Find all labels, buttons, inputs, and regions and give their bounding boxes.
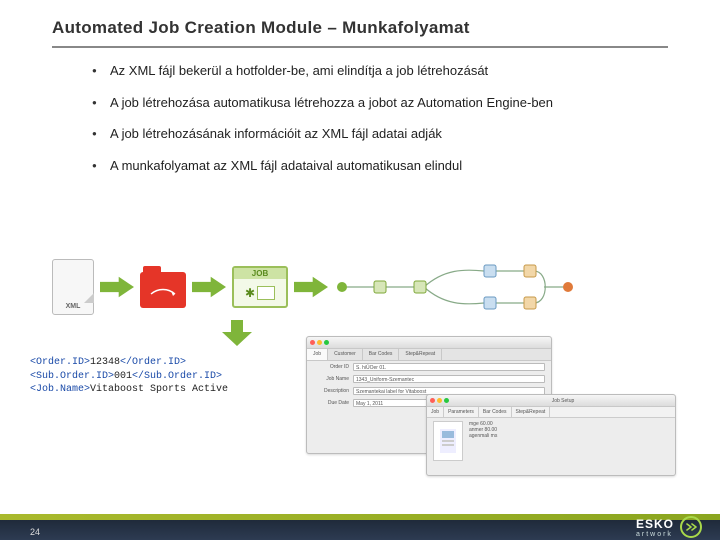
window-titlebar [307, 337, 551, 349]
down-arrow-icon [222, 320, 252, 351]
slide: Automated Job Creation Module – Munkafol… [0, 0, 720, 540]
arrow-icon [192, 276, 226, 298]
slide-footer: 24 ESKO artwork [0, 494, 720, 540]
tab: Bar Codes [363, 349, 400, 360]
bullet-list: Az XML fájl bekerül a hotfolder-be, ami … [0, 62, 720, 174]
arrow-icon [294, 276, 328, 298]
tab: Step&Repeat [399, 349, 442, 360]
job-setup-window: Job Setup Job Parameters Bar Codes Step&… [426, 394, 676, 476]
bullet-item: A job létrehozásának információit az XML… [92, 125, 660, 143]
star-icon: ✱ [245, 286, 255, 300]
window-body: mge 60.00 anmer 80.00 agenmali ms [427, 418, 675, 442]
brand-mark-icon [680, 516, 702, 538]
slide-title: Automated Job Creation Module – Munkafol… [0, 0, 720, 46]
brand-logo: ESKO artwork [636, 515, 702, 538]
job-box-header: JOB [234, 268, 286, 279]
bullet-item: A munkafolyamat az XML fájl adataival au… [92, 157, 660, 175]
window-titlebar: Job Setup [427, 395, 675, 407]
arrow-icon [100, 276, 134, 298]
brand-sub: artwork [636, 531, 674, 538]
picture-icon [257, 286, 275, 300]
column-headers: Job Parameters Bar Codes Step&Repeat [427, 407, 675, 418]
tab-bar: Job Customer Bar Codes Step&Repeat [307, 349, 551, 361]
job-box-icon: JOB ✱ [232, 266, 288, 308]
flow-diagram: XML JOB ✱ [52, 252, 672, 322]
form-row: Job Name1343_Uniform-Szemantec [307, 373, 551, 385]
thumbnail-icon [433, 421, 463, 461]
workflow-graph-icon [334, 257, 672, 317]
app-screenshots: Job Customer Bar Codes Step&Repeat Order… [306, 336, 686, 476]
tab: Customer [328, 349, 363, 360]
bullet-item: A job létrehozása automatikusa létrehozz… [92, 94, 660, 112]
bullet-item: Az XML fájl bekerül a hotfolder-be, ami … [92, 62, 660, 80]
xml-snippet: <Order.ID>12348</Order.ID> <Sub.Order.ID… [30, 356, 228, 397]
hotfolder-icon [140, 272, 186, 308]
tab: Job [307, 349, 328, 360]
page-number: 24 [30, 527, 40, 537]
form-row: Order IDS. hiÚOer 01. [307, 361, 551, 373]
brand-name: ESKO [636, 517, 674, 531]
xml-file-label: XML [66, 303, 81, 310]
xml-file-icon: XML [52, 259, 94, 315]
title-underline [52, 46, 668, 48]
